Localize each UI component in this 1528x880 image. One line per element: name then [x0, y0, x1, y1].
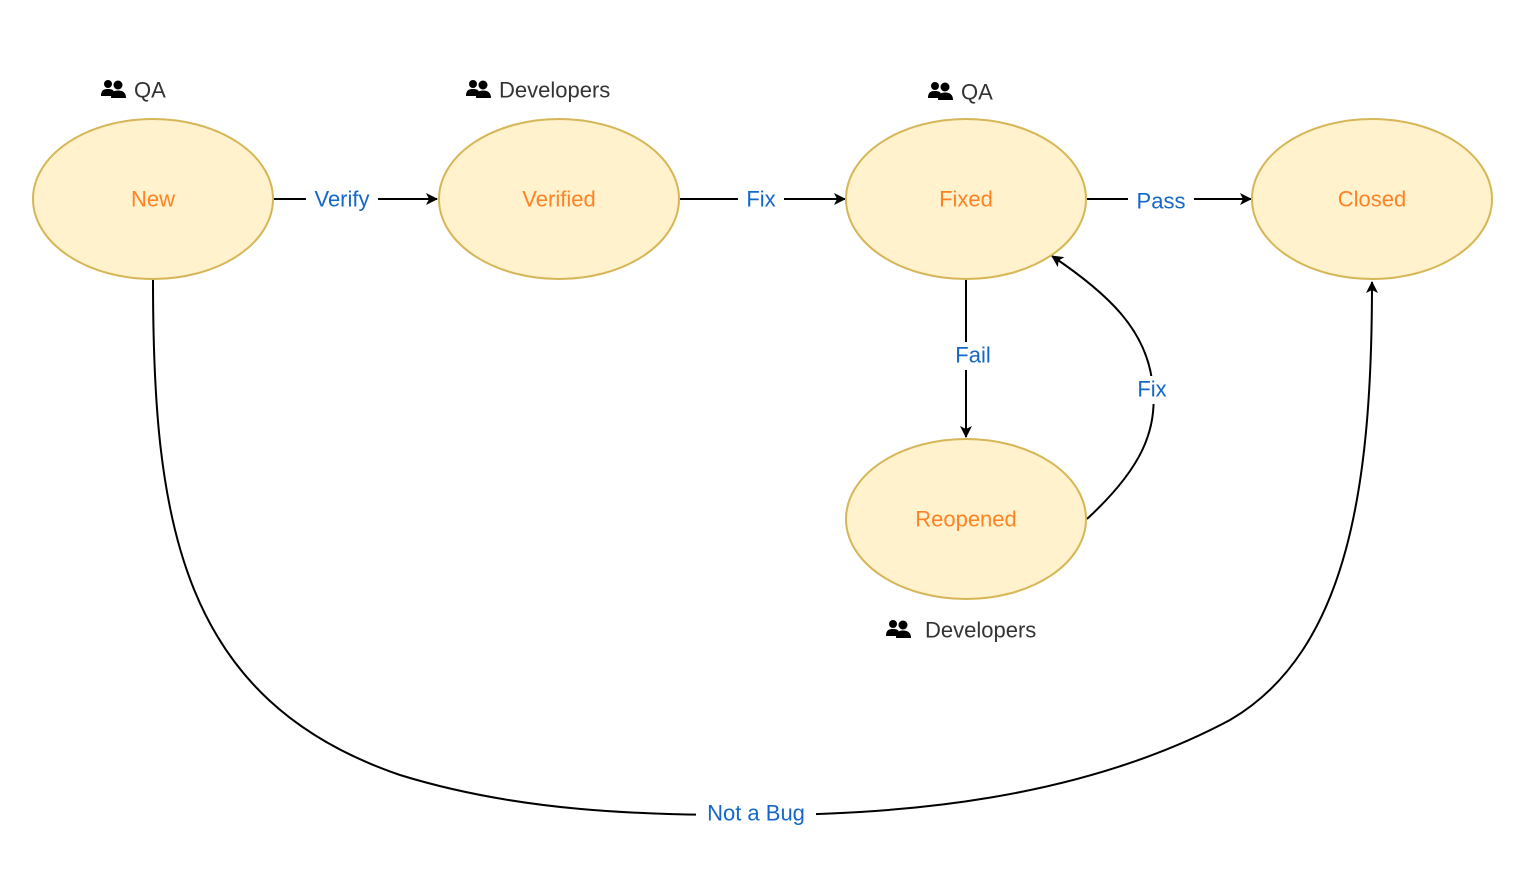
edge-label-fail: Fail — [955, 343, 990, 368]
users-icon — [928, 82, 953, 100]
edge-label-pass: Pass — [1137, 189, 1186, 214]
node-label-verified: Verified — [522, 187, 595, 212]
edge-not-a-bug[interactable]: Not a Bug — [152, 279, 1378, 828]
users-icon — [466, 80, 491, 98]
node-label-new: New — [131, 187, 175, 212]
edge-line[interactable] — [152, 279, 1378, 817]
edge-label-not-a-bug: Not a Bug — [707, 801, 805, 826]
role-text: QA — [961, 80, 993, 105]
role-text: Developers — [925, 618, 1036, 643]
role-label-verified: Developers — [466, 78, 610, 103]
edge-fail[interactable]: Fail — [948, 280, 1000, 438]
node-label-fixed: Fixed — [939, 187, 993, 212]
role-text: Developers — [499, 78, 610, 103]
users-icon — [101, 80, 126, 98]
users-icon — [886, 620, 911, 638]
edge-label-fix: Fix — [746, 187, 775, 212]
node-fixed[interactable]: Fixed — [845, 118, 1087, 280]
role-text: QA — [134, 78, 166, 103]
edge-verify[interactable]: Verify — [274, 186, 438, 212]
node-new[interactable]: New — [32, 118, 274, 280]
workflow-diagram: Verify Fix Pass Fail Fix Not a Bug New V… — [32, 78, 1493, 828]
node-reopened[interactable]: Reopened — [845, 438, 1087, 600]
node-closed[interactable]: Closed — [1251, 118, 1493, 280]
edge-label-fix-back: Fix — [1137, 377, 1166, 402]
edge-fix[interactable]: Fix — [680, 186, 846, 212]
role-label-reopened: Developers — [886, 618, 1036, 643]
edge-pass[interactable]: Pass — [1087, 186, 1252, 216]
node-label-closed: Closed — [1338, 187, 1406, 212]
node-verified[interactable]: Verified — [438, 118, 680, 280]
role-label-fixed: QA — [928, 80, 993, 105]
node-label-reopened: Reopened — [915, 507, 1017, 532]
role-label-new: QA — [101, 78, 166, 103]
edge-label-verify: Verify — [314, 187, 369, 212]
